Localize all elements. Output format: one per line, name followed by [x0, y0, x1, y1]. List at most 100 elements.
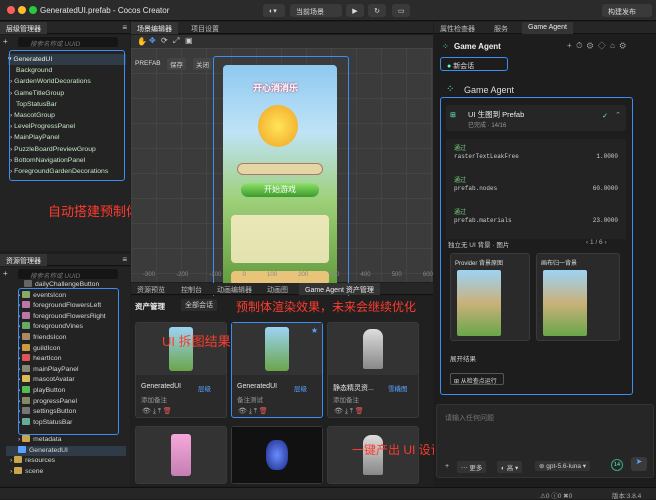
add-icon[interactable]: +: [3, 269, 8, 278]
right-tabs: 属性检查器 服务 Game Agent: [434, 22, 656, 34]
preview-card-right[interactable]: 画布归一背景: [536, 253, 620, 341]
asset-item-generatedui[interactable]: GeneratedUI: [6, 445, 126, 457]
card-actions[interactable]: 👁 ⤓ ⤒ 🗑: [334, 407, 364, 416]
build-publish-button[interactable]: 构建发布: [602, 4, 652, 17]
star-icon[interactable]: ★: [311, 326, 318, 335]
card-note[interactable]: 添加备注: [141, 394, 167, 404]
quality-selector[interactable]: ◐ 高 ▾: [497, 461, 523, 473]
rotate-tool-icon[interactable]: ⟳: [161, 36, 168, 45]
session-filter-dropdown[interactable]: 全部会话: [181, 299, 217, 311]
minimize-window-icon[interactable]: [18, 6, 26, 14]
card-name: GeneratedUI: [141, 383, 182, 390]
bot-avatar-icon: ⁘: [446, 84, 455, 95]
card-name: 静态精灵资...: [333, 385, 374, 392]
tab-services[interactable]: 服务: [488, 22, 514, 34]
annotation-render-effect: 预制体渲染效果，未来会继续优化: [236, 300, 417, 314]
preview-card-left[interactable]: Provider 背景原图: [450, 253, 530, 341]
hierarchy-panel: + 搜索名称或 UUID ▾ GeneratedUI Background › …: [0, 35, 139, 251]
card-thumbnail: [232, 427, 322, 483]
collapse-icon[interactable]: ⌃: [615, 111, 621, 119]
model-selector[interactable]: ⊛ gpt-5.6-luna ▾: [535, 461, 591, 471]
annotation-split-result: UI 拆图结果: [162, 334, 231, 349]
assets-folders: › metadata GeneratedUI › resources › sce…: [6, 435, 126, 477]
close-button[interactable]: 关闭: [193, 58, 212, 70]
asset-card-selected[interactable]: ★ GeneratedUI 层级 备注测试 👁 ⤓ ⤒ 🗑: [231, 322, 323, 418]
card-actions[interactable]: 👁 ⤓ ⤒ 🗑: [238, 407, 268, 416]
prefab-icon: [18, 445, 26, 453]
scene-selector[interactable]: 当前场景: [290, 4, 342, 17]
asset-card[interactable]: [135, 426, 227, 484]
card-note[interactable]: 备注测试: [237, 394, 263, 404]
preview-image: [543, 270, 587, 336]
tab-scene-editor[interactable]: 场景编辑器: [131, 22, 178, 34]
hand-tool-icon[interactable]: ✋: [137, 37, 147, 46]
tab-game-agent[interactable]: Game Agent: [522, 22, 573, 34]
check-label: 通过: [454, 210, 467, 216]
task-title: UI 生图到 Prefab: [468, 110, 525, 119]
globe-icon[interactable]: ◐▾: [263, 4, 285, 17]
new-session-button[interactable]: ● 新会话: [440, 57, 508, 71]
assets-header: 资源管理器 ≡: [0, 254, 130, 266]
chat-input[interactable]: 请输入任何问题: [445, 413, 494, 423]
check-icon: ✓: [602, 113, 608, 120]
hierarchy-search-input[interactable]: 搜索名称或 UUID: [18, 37, 118, 48]
card-name: GeneratedUI: [237, 383, 278, 390]
refresh-button[interactable]: ↻: [368, 4, 386, 17]
highlight-game-preview: [213, 56, 349, 298]
asset-card[interactable]: 静态精灵资... 雪橇图 添加备注 👁 ⤓ ⤒ 🗑: [327, 322, 419, 418]
task-card[interactable]: ⊞ UI 生图到 Prefab 已完成 · 14/16 ✓ ⌃: [446, 105, 626, 131]
close-window-icon[interactable]: [7, 6, 15, 14]
card-actions[interactable]: 👁 ⤓ ⤒ 🗑: [142, 407, 172, 416]
asset-item-scene[interactable]: › scene: [6, 466, 126, 478]
asset-manager-title: 资产管理: [135, 302, 165, 311]
tab-animation-graph[interactable]: 动画图: [261, 283, 294, 295]
status-bar: ⚠0 ⓘ0 ✖0 版本:3.8.4: [0, 487, 656, 500]
save-button[interactable]: 保存: [167, 58, 186, 70]
card-thumbnail: [136, 427, 226, 483]
send-icon[interactable]: ➤: [631, 457, 647, 471]
scale-tool-icon[interactable]: ⤢: [173, 36, 179, 46]
menu-icon[interactable]: ≡: [122, 255, 127, 264]
bot-name: Game Agent: [464, 85, 515, 95]
card-thumbnail: [328, 323, 418, 375]
menu-icon[interactable]: ≡: [122, 23, 127, 32]
tab-hierarchy[interactable]: 层级管理器: [0, 22, 47, 34]
check-row: prefab.nodes 60.0000: [454, 185, 618, 192]
tab-agent-assets[interactable]: Game Agent 资产管理: [299, 283, 380, 295]
prefab-label: PREFAB: [135, 60, 161, 67]
tab-animation-editor[interactable]: 动画编辑器: [211, 283, 258, 295]
tab-asset-preview[interactable]: 资源预览: [131, 283, 171, 295]
play-button[interactable]: ▶: [346, 4, 364, 17]
tab-project-settings[interactable]: 项目设置: [185, 22, 225, 34]
attach-icon[interactable]: +: [445, 463, 449, 470]
tab-console[interactable]: 控制台: [175, 283, 208, 295]
pager[interactable]: ‹ 1 / 6 ›: [586, 239, 607, 246]
tab-inspector[interactable]: 属性检查器: [434, 22, 481, 34]
asset-item-metadata[interactable]: › metadata: [6, 435, 126, 446]
assets-panel: + 搜索名称或 UUID dailyChallengeButton › even…: [0, 267, 130, 486]
image-icon: [24, 280, 32, 287]
folder-icon: [14, 456, 23, 464]
preview-label: Provider 背景原图: [455, 261, 504, 267]
highlight-assets: [18, 288, 119, 435]
expand-results[interactable]: 展开结果: [450, 353, 476, 363]
device-icon[interactable]: ▭: [392, 4, 410, 17]
preview-label: 画布归一背景: [541, 261, 578, 267]
chat-input-box[interactable]: 请输入任何问题 + ⋯ 更多 ◐ 高 ▾ ⊛ gpt-5.6-luna ▾ 14…: [436, 404, 654, 478]
task-status: 已完成 · 14/16: [468, 123, 507, 129]
more-button[interactable]: ⋯ 更多: [457, 461, 487, 473]
card-badge: 层级: [198, 386, 211, 393]
add-icon[interactable]: +: [3, 37, 8, 46]
tab-assets[interactable]: 资源管理器: [0, 254, 47, 266]
assets-search-input[interactable]: 搜索名称或 UUID: [18, 269, 118, 280]
checks-list: 通过 rasterTextLeakFree 1.0000 通过 prefab.no…: [446, 139, 626, 239]
rerun-checkpoint-button[interactable]: ⊞ 从检查点运行: [450, 373, 504, 385]
agent-panel: ⁘ Game Agent + ⏱ ⚙ ◇ ⌂ ⚙ ● 新会话 ⁘ Game Ag…: [434, 35, 656, 486]
card-note[interactable]: 添加备注: [333, 394, 359, 404]
move-tool-icon[interactable]: ✥: [149, 36, 156, 45]
rect-tool-icon[interactable]: ▣: [185, 36, 193, 45]
asset-item-resources[interactable]: › resources: [6, 456, 126, 467]
asset-card[interactable]: [231, 426, 323, 484]
agent-toolbar-icons[interactable]: + ⏱ ⚙ ◇ ⌂ ⚙: [567, 41, 626, 51]
zoom-window-icon[interactable]: [29, 6, 37, 14]
